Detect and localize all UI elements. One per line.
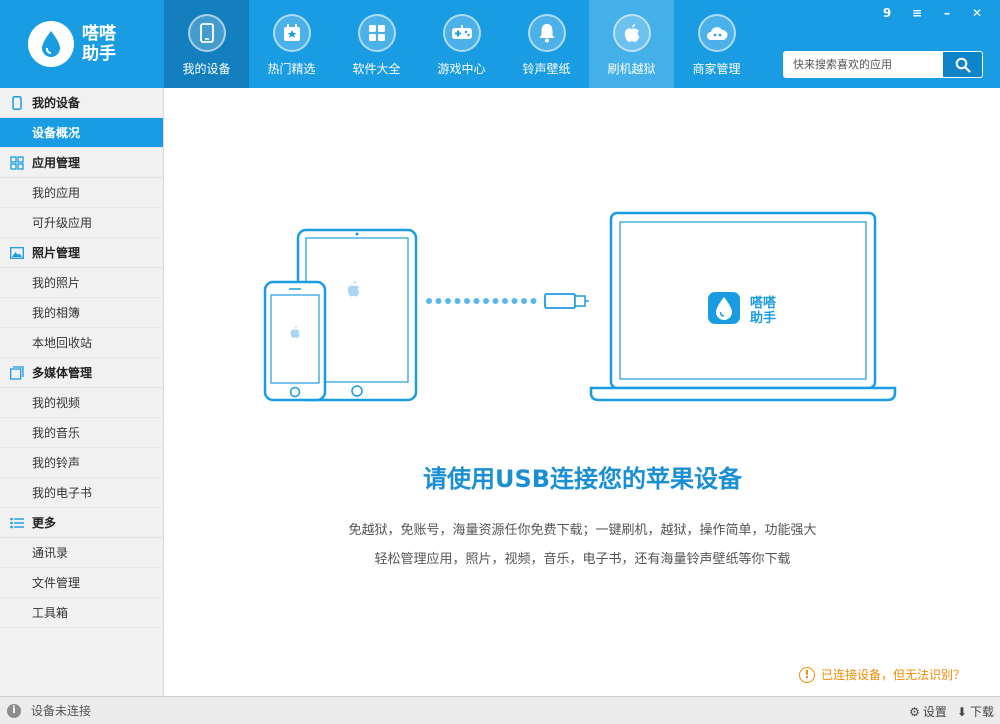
- sidebar-item-my-photos[interactable]: 我的照片: [0, 268, 163, 298]
- download-label: 下载: [969, 705, 994, 719]
- sidebar-item-file-management[interactable]: 文件管理: [0, 568, 163, 598]
- laptop-logo-text: 嗒嗒 助手: [750, 296, 776, 326]
- usb-connect-illustration: [263, 211, 897, 402]
- nav-flash-jailbreak[interactable]: 刷机越狱: [589, 0, 674, 88]
- gamepad-icon: [442, 14, 481, 52]
- connect-prompt-title: 请使用USB连接您的苹果设备: [422, 465, 743, 493]
- nav-software[interactable]: 软件大全: [334, 0, 419, 88]
- nav-label: 我的设备: [182, 62, 231, 76]
- feature-description-line-2: 轻松管理应用，照片，视频，音乐，电子书，还有海量铃声壁纸等你下载: [374, 552, 791, 567]
- sidebar-section-app-management[interactable]: 应用管理: [0, 148, 163, 178]
- nav-label: 软件大全: [352, 62, 401, 76]
- download-icon: ⬇: [956, 704, 967, 719]
- window-controls: 9 ≡ – ✕: [872, 4, 992, 22]
- sidebar-item-my-ebooks[interactable]: 我的电子书: [0, 478, 163, 508]
- menu-button[interactable]: ≡: [902, 4, 932, 22]
- settings-label: 设置: [922, 705, 947, 719]
- apps-grid-icon: [10, 155, 24, 170]
- bell-icon: [527, 14, 566, 52]
- sidebar-item-local-recycle-bin[interactable]: 本地回收站: [0, 328, 163, 358]
- iphone-icon: [263, 280, 327, 402]
- nav-games[interactable]: 游戏中心: [419, 0, 504, 88]
- grid-icon: [357, 14, 396, 52]
- sidebar-section-title: 我的设备: [32, 96, 81, 110]
- top-bar: 嗒嗒 助手 我的设备 热门精选 软件大全 游戏中心 铃声壁纸 刷机越狱 商家管理…: [0, 0, 1000, 88]
- sidebar-section-media-management[interactable]: 多媒体管理: [0, 358, 163, 388]
- sidebar-section-title: 应用管理: [32, 156, 81, 170]
- sidebar-item-device-overview[interactable]: 设备概况: [0, 118, 163, 148]
- gear-icon: ⚙: [909, 704, 920, 719]
- sidebar-item-toolbox[interactable]: 工具箱: [0, 598, 163, 628]
- sidebar-item-my-apps[interactable]: 我的应用: [0, 178, 163, 208]
- sidebar-section-title: 照片管理: [32, 246, 81, 260]
- main-content: 嗒嗒 助手 请使用USB连接您的苹果设备 免越狱，免账号，海量资源任你免费下载；…: [165, 88, 1000, 696]
- sidebar-section-title: 更多: [32, 516, 57, 530]
- sidebar-item-my-ringtones[interactable]: 我的铃声: [0, 448, 163, 478]
- feature-description-line-1: 免越狱，免账号，海量资源任你免费下载；一键刷机，越狱，操作简单，功能强大: [348, 523, 817, 538]
- media-icon: [10, 365, 24, 380]
- photo-icon: [10, 246, 24, 260]
- minimize-button[interactable]: –: [932, 4, 962, 22]
- sidebar-section-my-device[interactable]: 我的设备: [0, 88, 163, 118]
- nav-my-device[interactable]: 我的设备: [164, 0, 249, 88]
- app-logo-text: 嗒嗒 助手: [82, 24, 122, 64]
- laptop-icon: [589, 211, 897, 402]
- sidebar-section-more[interactable]: 更多: [0, 508, 163, 538]
- sidebar-section-photo-management[interactable]: 照片管理: [0, 238, 163, 268]
- phone-icon: [10, 95, 24, 110]
- status-bar-actions: ⚙ 设置 ⬇ 下载: [909, 703, 994, 720]
- connection-status: 设备未连接: [31, 704, 92, 718]
- warning-icon: !: [799, 666, 815, 683]
- nav-label: 铃声壁纸: [522, 62, 571, 76]
- usb-plug-icon: [544, 293, 589, 309]
- nav-merchant[interactable]: 商家管理: [674, 0, 759, 88]
- main-nav: 我的设备 热门精选 软件大全 游戏中心 铃声壁纸 刷机越狱 商家管理: [164, 0, 759, 88]
- laptop-logo-line-2: 助手: [750, 311, 777, 326]
- close-button[interactable]: ✕: [962, 4, 992, 22]
- notification-count-button[interactable]: 9: [872, 4, 902, 22]
- sidebar-section-title: 多媒体管理: [32, 366, 93, 380]
- settings-button[interactable]: ⚙ 设置: [909, 703, 947, 720]
- phone-icon: [187, 14, 226, 52]
- apple-icon: [612, 14, 651, 52]
- downloads-button[interactable]: ⬇ 下载: [957, 703, 994, 720]
- sidebar-item-my-albums[interactable]: 我的相簿: [0, 298, 163, 328]
- calendar-star-icon: [272, 14, 311, 52]
- droplet-logo-icon: [28, 21, 74, 67]
- nav-hot-picks[interactable]: 热门精选: [249, 0, 334, 88]
- nav-label: 商家管理: [692, 62, 741, 76]
- sidebar-item-upgradable-apps[interactable]: 可升级应用: [0, 208, 163, 238]
- sidebar-item-my-videos[interactable]: 我的视频: [0, 388, 163, 418]
- laptop-logo-line-1: 嗒嗒: [750, 296, 777, 311]
- search-box: [783, 51, 983, 78]
- nav-label: 刷机越狱: [607, 62, 656, 76]
- logo-line-1: 嗒嗒: [82, 24, 116, 44]
- sidebar-item-contacts[interactable]: 通讯录: [0, 538, 163, 568]
- status-bar: i 设备未连接 ⚙ 设置 ⬇ 下载: [0, 696, 1000, 724]
- cloud-icon: [697, 14, 736, 52]
- sidebar: 我的设备 设备概况 应用管理 我的应用 可升级应用 照片管理 我的照片 我的相簿…: [0, 88, 164, 696]
- logo-line-2: 助手: [82, 44, 116, 64]
- list-icon: [10, 516, 24, 530]
- help-link-text: 已连接设备，但无法识别？: [821, 668, 966, 682]
- nav-ringtones[interactable]: 铃声壁纸: [504, 0, 589, 88]
- device-not-recognized-link[interactable]: ! 已连接设备，但无法识别？: [799, 666, 965, 683]
- search-icon: [955, 57, 971, 73]
- nav-label: 游戏中心: [437, 62, 486, 76]
- app-logo: 嗒嗒 助手: [28, 14, 138, 74]
- search-button[interactable]: [943, 51, 983, 78]
- connection-dots: [426, 298, 537, 304]
- info-icon: i: [7, 703, 21, 718]
- search-input[interactable]: [783, 51, 943, 78]
- nav-label: 热门精选: [267, 62, 316, 76]
- sidebar-item-my-music[interactable]: 我的音乐: [0, 418, 163, 448]
